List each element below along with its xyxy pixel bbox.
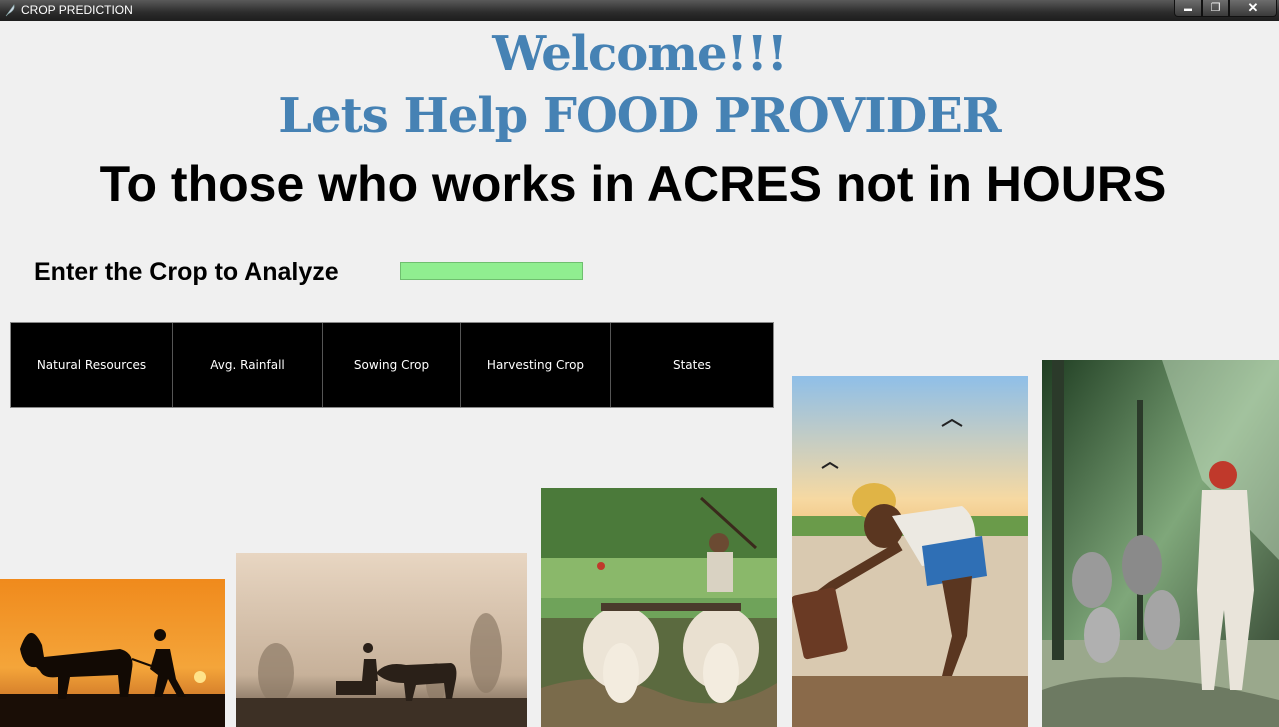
tagline-heading: To those who works in ACRES not in HOURS — [99, 156, 1167, 212]
window-titlebar: CROP PREDICTION ▬ ❐ ✕ — [0, 0, 1279, 21]
farmer-ox-sunset-photo — [0, 579, 225, 727]
close-button[interactable]: ✕ — [1229, 0, 1277, 17]
farmer-walking-cattle-photo — [1042, 360, 1279, 727]
avg-rainfall-button[interactable]: Avg. Rainfall — [173, 323, 323, 407]
crop-input-label: Enter the Crop to Analyze — [34, 258, 339, 286]
minimize-button[interactable]: ▬ — [1174, 0, 1202, 17]
window-title: CROP PREDICTION — [21, 3, 133, 17]
close-icon: ✕ — [1247, 0, 1259, 15]
harvesting-crop-button[interactable]: Harvesting Crop — [461, 323, 611, 407]
minimize-icon: ▬ — [1184, 4, 1192, 13]
farmer-plough-bulls-photo — [541, 488, 777, 727]
sowing-crop-button[interactable]: Sowing Crop — [323, 323, 461, 407]
analysis-button-bar: Natural Resources Avg. Rainfall Sowing C… — [10, 322, 774, 408]
maximize-button[interactable]: ❐ — [1202, 0, 1229, 17]
crop-input[interactable] — [400, 262, 583, 280]
states-button[interactable]: States — [611, 323, 773, 407]
restore-icon: ❐ — [1210, 2, 1221, 14]
feather-icon — [5, 4, 15, 17]
natural-resources-button[interactable]: Natural Resources — [11, 323, 173, 407]
farmer-digging-field-photo — [792, 376, 1028, 727]
welcome-heading: Welcome!!! — [492, 26, 788, 82]
farmer-ox-fog-photo — [236, 553, 527, 727]
subtitle-heading: Lets Help FOOD PROVIDER — [278, 88, 1001, 144]
